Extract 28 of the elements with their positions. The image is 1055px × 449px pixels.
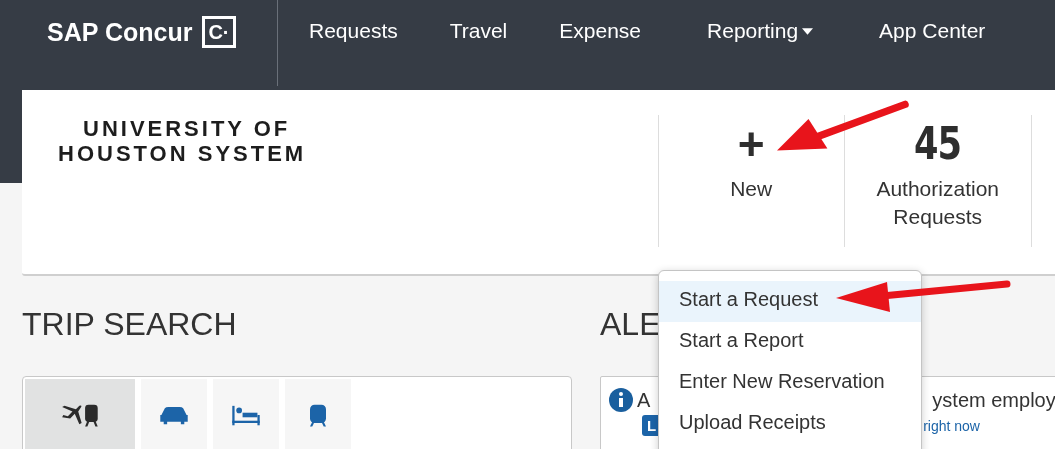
organization-name: HOUSTON SYSTEM [58, 141, 307, 166]
nav-link[interactable]: App Center [839, 17, 1012, 45]
info-icon [609, 388, 633, 412]
alert-link[interactable]: right now [923, 417, 980, 434]
organization-name: UNIVERSITY OF [82, 116, 292, 141]
nav-link[interactable]: Requests [286, 17, 424, 45]
plus-icon: + [737, 115, 765, 175]
travel-mode-tab[interactable] [141, 379, 207, 449]
tile-button[interactable]: 45 Authorization Requests [843, 115, 1032, 247]
tile-count: 45 [914, 117, 962, 171]
nav-link[interactable]: Reporting [667, 17, 840, 45]
travel-mode-tab[interactable] [213, 379, 279, 449]
nav-link[interactable]: Expense [533, 17, 668, 45]
section-title: TRIP SEARCH [22, 305, 237, 344]
menu-item[interactable]: Start a Report [659, 322, 921, 363]
section-title: ALE [600, 305, 661, 344]
alert-text: ystem employ [932, 388, 1055, 412]
logo-mark: C· [202, 16, 236, 48]
travel-mode-tab[interactable] [25, 379, 135, 449]
alert-text: A [637, 388, 651, 412]
travel-mode-tab[interactable] [285, 379, 351, 449]
menu-item[interactable]: Start a Request [659, 281, 921, 322]
menu-item[interactable]: Enter New Reservation [659, 363, 921, 404]
logo-text: SAP Concur [47, 17, 193, 47]
nav-link[interactable]: Travel [423, 17, 534, 45]
tile-label: Authorization Requests [875, 176, 1000, 230]
tile-label: New [730, 176, 773, 202]
menu-item[interactable]: Upload Receipts [659, 404, 921, 445]
